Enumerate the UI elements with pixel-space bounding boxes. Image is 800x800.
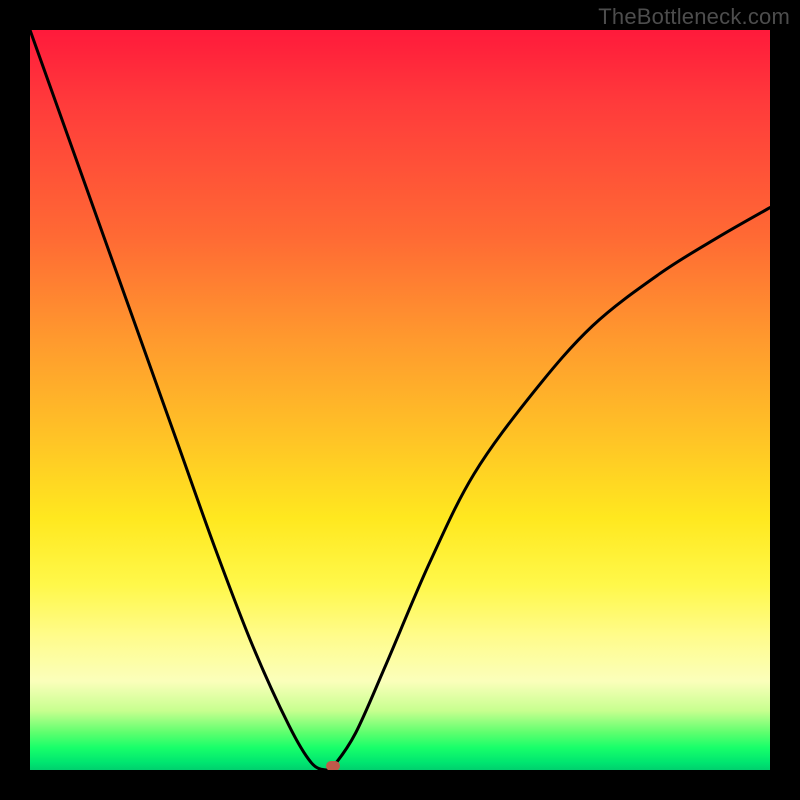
attribution-text: TheBottleneck.com xyxy=(598,4,790,30)
optimal-point-marker xyxy=(326,761,340,770)
plot-area xyxy=(30,30,770,770)
bottleneck-curve xyxy=(30,30,770,770)
chart-frame: TheBottleneck.com xyxy=(0,0,800,800)
